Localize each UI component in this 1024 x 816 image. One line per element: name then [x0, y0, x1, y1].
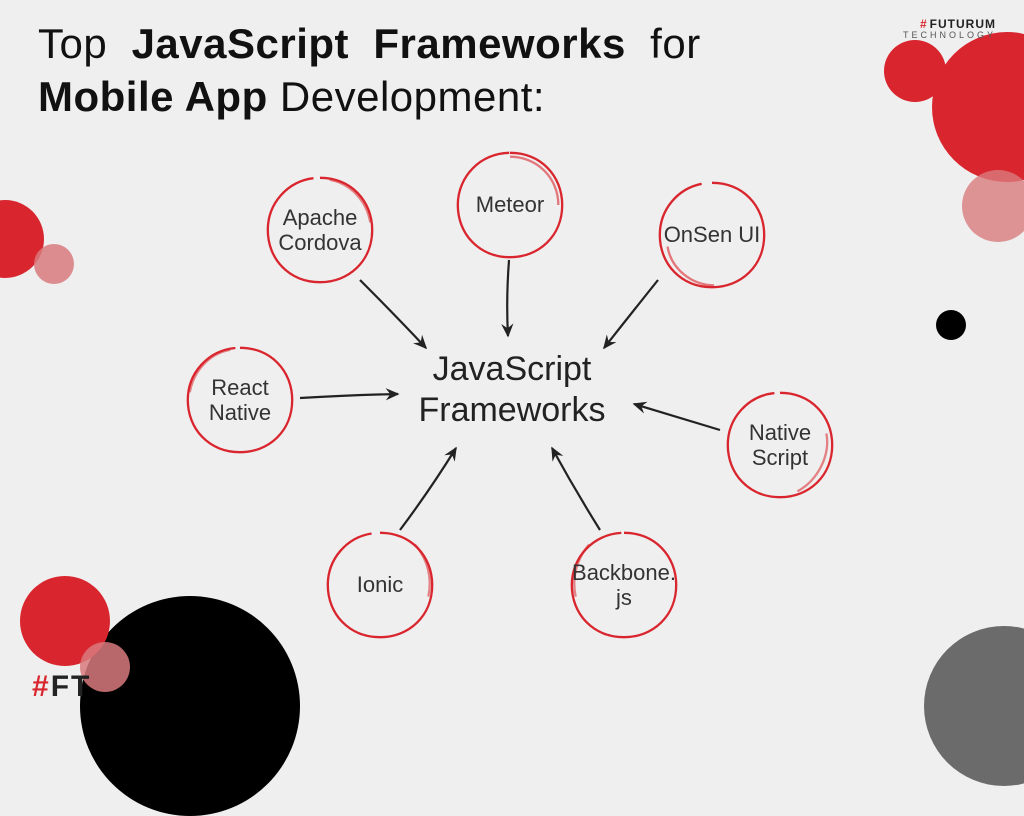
brand-sub: TECHNOLOGY: [903, 31, 996, 41]
decor-dot: [34, 244, 74, 284]
title-word: Mobile App: [38, 73, 268, 120]
title-word: Frameworks: [373, 20, 625, 67]
node-label: Meteor: [470, 192, 550, 217]
page-title: Top JavaScript Frameworks for Mobile App…: [38, 18, 701, 123]
title-word: Development:: [280, 73, 545, 120]
node-native-script: NativeScript: [722, 387, 838, 503]
decor-dot: [932, 32, 1024, 182]
brand-name: FUTURUM: [930, 17, 996, 31]
decor-dot: [80, 596, 300, 816]
brand-short: FT: [51, 670, 92, 703]
title-word: JavaScript: [132, 20, 349, 67]
brand-logo-bottom: #FT: [32, 670, 91, 704]
center-node: JavaScript Frameworks: [418, 349, 605, 431]
decor-dot: [962, 170, 1024, 242]
title-word: Top: [38, 20, 107, 67]
hash-icon: #: [920, 17, 928, 31]
node-label: Ionic: [351, 572, 409, 597]
center-line: Frameworks: [418, 391, 605, 429]
node-react-native: ReactNative: [182, 342, 298, 458]
node-backbone: Backbone.js: [566, 527, 682, 643]
node-label: ReactNative: [203, 375, 277, 426]
title-word: for: [650, 20, 701, 67]
node-label: NativeScript: [743, 420, 817, 471]
node-onsen: OnSen UI: [654, 177, 770, 293]
node-label: OnSen UI: [658, 222, 767, 247]
node-ionic: Ionic: [322, 527, 438, 643]
decor-dot: [884, 40, 946, 102]
decor-dot: [936, 310, 966, 340]
node-label: Backbone.js: [566, 560, 682, 611]
node-apache-cordova: ApacheCordova: [262, 172, 378, 288]
node-meteor: Meteor: [452, 147, 568, 263]
brand-logo-top: #FUTURUM TECHNOLOGY: [903, 18, 996, 41]
center-line: JavaScript: [433, 350, 592, 388]
node-label: ApacheCordova: [272, 205, 367, 256]
hash-icon: #: [32, 670, 51, 703]
decor-dot: [924, 626, 1024, 786]
